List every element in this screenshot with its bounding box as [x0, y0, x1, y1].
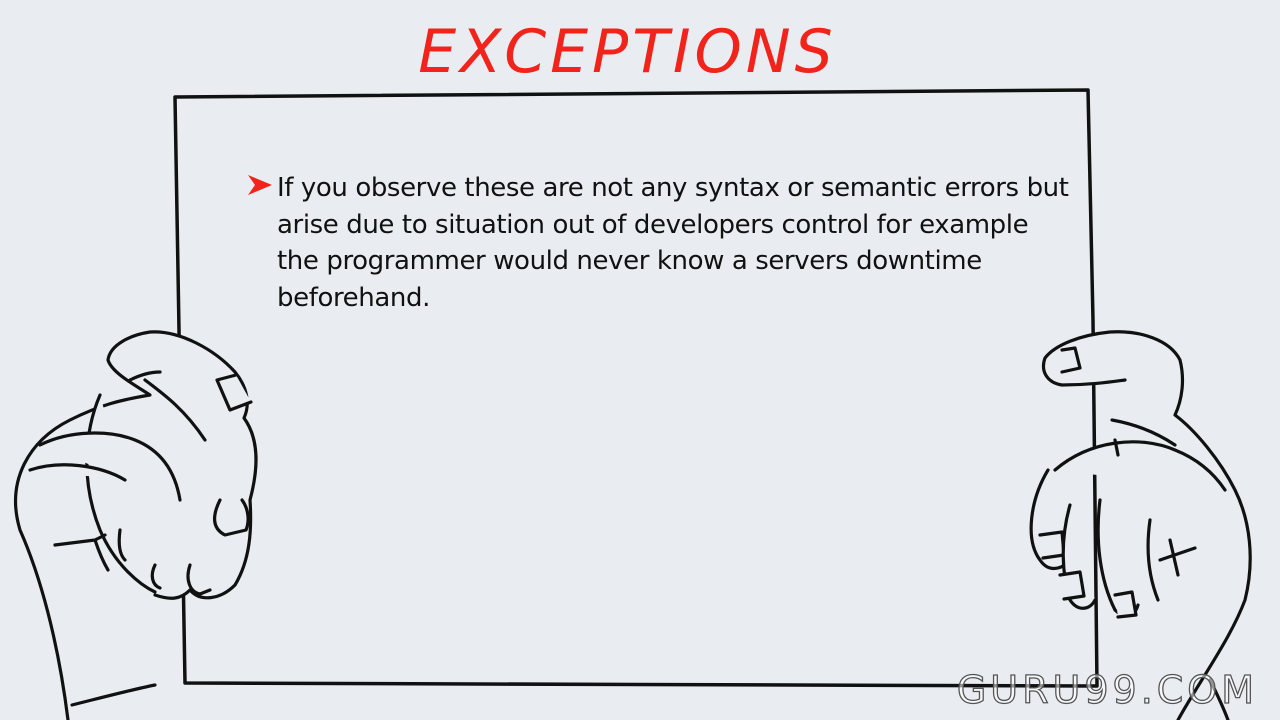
slide-title: EXCEPTIONS [418, 17, 837, 87]
red-arrow-bullet-icon [248, 175, 272, 195]
bullet-text: If you observe these are not any syntax … [277, 173, 1069, 313]
hands-holding-board-illustration [14, 88, 1252, 720]
slide-canvas: EXCEPTIONS If you observe these are not … [0, 0, 1280, 720]
watermark-logo: GURU99.COM [956, 667, 1258, 712]
